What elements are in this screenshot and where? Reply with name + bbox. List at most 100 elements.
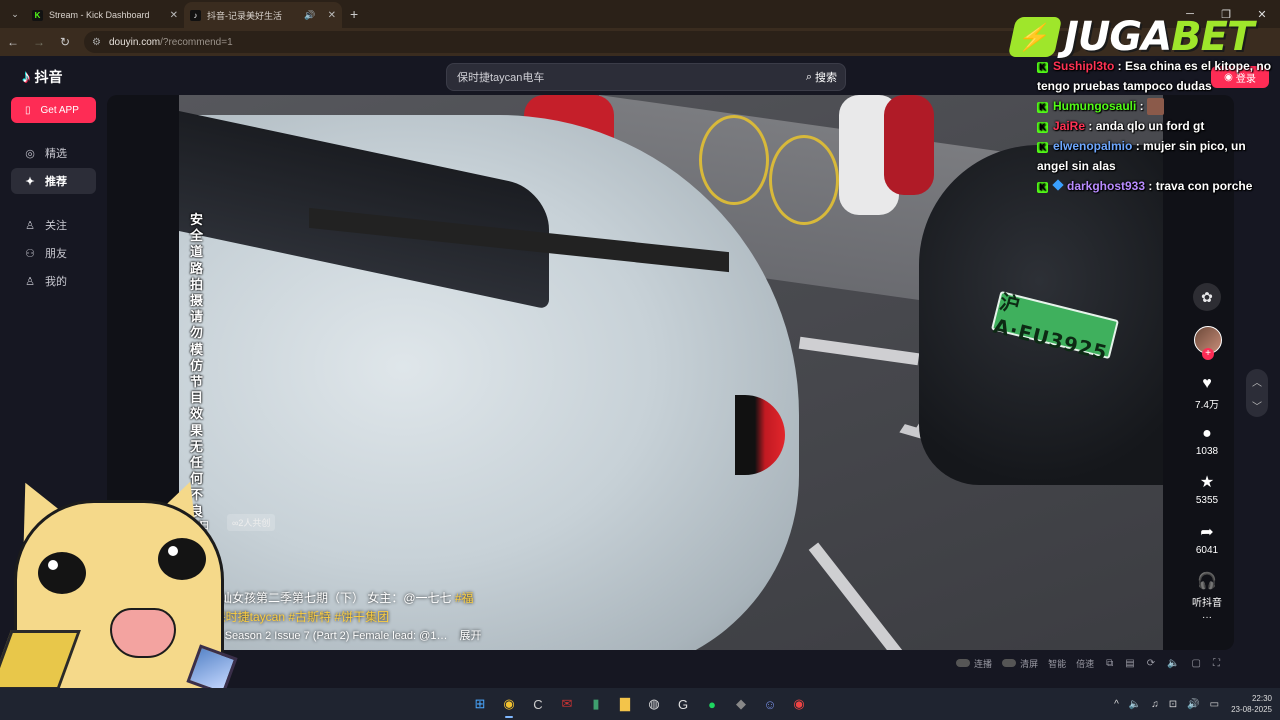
mail-app-icon[interactable]: ✉ [555,692,579,716]
file-explorer-icon[interactable]: ▇ [613,692,637,716]
web-fullscreen-icon[interactable]: ▢ [1192,658,1201,669]
app-red-icon[interactable]: ◉ [787,692,811,716]
chat-text: anda qlo un ford gt [1095,119,1205,133]
site-info-icon[interactable]: ⚙ [92,37,101,48]
chevron-up-icon[interactable]: ^ [1114,699,1119,710]
autoplay-toggle[interactable]: 连播 [956,657,992,670]
get-app-label: Get APP [40,104,79,116]
sidebar-item-follow[interactable]: ♙ 关注 [11,212,96,238]
volume-icon[interactable]: 🔈 [1167,658,1179,669]
comment-icon: ● [1202,425,1212,442]
speaker-icon[interactable]: 🔈 [1129,699,1141,710]
search-button-label: 搜索 [815,72,837,84]
get-app-button[interactable]: ▯ Get APP [11,97,96,123]
search-button[interactable]: ⌕ 搜索 [798,64,845,90]
chat-message: K JaiRe : anda qlo un ford gt [1037,116,1277,136]
forward-icon[interactable]: → [26,35,52,49]
kick-icon: K [32,9,43,21]
clear-label: 清屏 [1020,658,1039,669]
follow-icon: ♙ [25,219,35,232]
search-input[interactable]: 保时捷taycan电车 [457,69,798,85]
search-icon: ⌕ [805,70,812,83]
url-host: douyin.com [108,36,161,48]
cat-eye [158,538,206,580]
tab-title: Stream - Kick Dashboard [49,10,150,20]
new-tab-button[interactable]: + [350,6,358,22]
chevron-up-icon: ︿ [1252,377,1262,389]
like-button[interactable]: ♥ 7.4万 [1186,375,1228,411]
sidebar-item-label: 我的 [45,276,67,288]
previous-video-button[interactable]: ︿ [1246,369,1268,393]
parking-line [808,542,942,650]
follow-plus-icon[interactable]: + [1202,348,1214,360]
obs-icon[interactable]: ◍ [642,692,666,716]
douyin-logo[interactable]: ♪ 抖音 [22,67,63,87]
phone-link-icon[interactable]: ▮ [584,692,608,716]
hashtag-link[interactable]: #古斯特 [288,610,331,624]
tab-douyin[interactable]: ♪ 抖音-记录美好生活 🔊 ✕ [184,2,342,28]
clock-time: 22:30 [1251,694,1272,703]
speaker-icon[interactable]: 🔊 [304,10,315,21]
reload-icon[interactable]: ↻ [52,35,78,49]
streamer-cat-avatar [0,470,250,700]
start-icon[interactable]: ⊞ [468,692,492,716]
picture-in-picture-icon[interactable]: ⧉ [1106,658,1113,669]
comment-button[interactable]: ● 1038 [1186,425,1228,457]
more-button[interactable]: ··· [1186,612,1228,623]
douyin-icon: ♪ [190,9,201,21]
chat-username: elwenopalmio [1053,139,1133,153]
volume-icon[interactable]: 🔊 [1187,699,1199,710]
back-icon[interactable]: ← [0,35,26,49]
app-dark-icon[interactable]: ◆ [729,692,753,716]
tab-kick-dashboard[interactable]: K Stream - Kick Dashboard ✕ [26,2,184,28]
app-g-icon[interactable]: G [671,692,695,716]
rotate-icon[interactable]: ⟳ [1147,658,1155,669]
network-icon[interactable]: ⊡ [1169,699,1177,710]
close-tab-icon[interactable]: ✕ [170,10,178,21]
comment-count: 1038 [1195,446,1219,457]
chrome-icon[interactable]: ◉ [497,692,521,718]
clear-screen-toggle[interactable]: 清屏 [1002,657,1038,670]
hashtag-link[interactable]: #福 [455,591,474,605]
close-tab-icon[interactable]: ✕ [328,10,336,21]
expand-link[interactable]: 展开 [459,630,481,642]
tab-title: 抖音-记录美好生活 [207,10,282,21]
flower-icon[interactable]: ✿ [1193,283,1221,311]
favorite-button[interactable]: ★ 5355 [1186,474,1228,506]
fullscreen-icon[interactable]: ⛶ [1213,658,1220,669]
clock[interactable]: 22:30 23-08-2025 [1231,693,1272,715]
kick-badge-icon: K [1037,62,1048,73]
address-bar[interactable]: ⚙ douyin.com/?recommend=1 [84,31,1084,53]
kick-badge-icon: K [1037,122,1048,133]
smart-button[interactable]: 智能 [1048,657,1066,670]
sidebar-item-recommend[interactable]: ✦ 推荐 [11,168,96,194]
brand-name-a: JUGA [1064,14,1172,60]
player-controls: 连播 清屏 智能 倍速 ⧉ ▤ ⟳ 🔈 ▢ ⛶ [107,650,1234,676]
sidebar-item-friends[interactable]: ⚇ 朋友 [11,240,96,266]
share-button[interactable]: ➦ 6041 [1186,524,1228,556]
system-tray: ^ 🔈 ♫ ⊡ 🔊 ▭ 22:30 23-08-2025 [1104,688,1272,720]
cortana-icon[interactable]: C [526,692,550,716]
yellow-bicycle [699,115,769,205]
battery-icon[interactable]: ▭ [1210,699,1219,710]
sidebar-item-me[interactable]: ♙ 我的 [11,268,96,294]
discord-icon[interactable]: ☺ [758,692,782,716]
share-icon: ➦ [1200,524,1214,541]
chat-message: Kdarkghost933 : trava con porche [1037,176,1277,196]
chat-emote [1147,98,1165,116]
sidebar-item-featured[interactable]: ◎ 精选 [11,140,96,166]
tab-search-button[interactable]: ⌄ [4,4,26,24]
speed-button[interactable]: 倍速 [1076,657,1094,670]
search-bar[interactable]: 保时捷taycan电车 ⌕ 搜索 [446,63,846,91]
spotify-icon[interactable]: ● [700,692,724,716]
clock-date: 23-08-2025 [1231,705,1272,714]
sparkle-icon: ✦ [25,175,35,188]
listen-button[interactable]: 🎧 听抖音 [1186,573,1228,609]
logo-text: 抖音 [34,69,63,85]
mic-icon[interactable]: ♫ [1151,699,1159,710]
danmaku-icon[interactable]: ▤ [1125,658,1134,669]
toggle-switch [1002,659,1017,667]
red-scooter [884,95,934,195]
next-video-button[interactable]: ﹀ [1246,393,1268,417]
hashtag-link[interactable]: #饼干集团 [334,610,389,624]
